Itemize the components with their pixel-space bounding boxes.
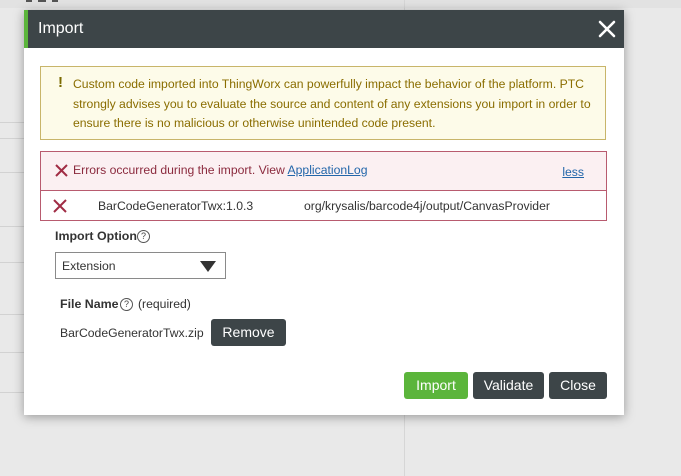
security-warning-banner: ! Custom code imported into ThingWorx ca…	[40, 66, 606, 140]
close-icon[interactable]	[597, 19, 617, 39]
import-option-select[interactable]: Extension	[55, 252, 226, 279]
error-message-text: Errors occurred during the import. View	[73, 163, 285, 177]
less-toggle-link[interactable]: less	[562, 165, 584, 179]
error-class-path: org/krysalis/barcode4j/output/CanvasProv…	[304, 199, 550, 213]
file-name-label: File Name	[60, 297, 119, 311]
error-header: Errors occurred during the import. View …	[41, 152, 606, 191]
error-row: BarCodeGeneratorTwx:1.0.3 org/krysalis/b…	[41, 191, 606, 221]
background-fragment	[38, 0, 46, 2]
import-option-value: Extension	[62, 259, 116, 273]
dialog-title: Import	[38, 20, 84, 37]
warning-text: Custom code imported into ThingWorx can …	[73, 77, 591, 130]
validate-button[interactable]: Validate	[473, 372, 544, 399]
dialog-titlebar: Import	[24, 10, 624, 48]
error-extension-name: BarCodeGeneratorTwx:1.0.3	[98, 199, 254, 213]
background-fragment	[52, 0, 58, 2]
selected-file-name: BarCodeGeneratorTwx.zip	[60, 326, 204, 340]
background-app-header	[0, 0, 681, 8]
chevron-down-icon	[200, 261, 216, 272]
error-message: Errors occurred during the import. View …	[73, 163, 367, 177]
application-log-link[interactable]: ApplicationLog	[288, 163, 368, 177]
warning-icon: !	[58, 74, 63, 91]
close-button[interactable]: Close	[549, 372, 607, 399]
import-button[interactable]: Import	[404, 372, 468, 399]
error-icon	[55, 164, 68, 177]
error-icon	[53, 199, 67, 213]
help-icon[interactable]: ?	[120, 298, 133, 311]
import-error-panel: Errors occurred during the import. View …	[40, 151, 607, 221]
remove-button[interactable]: Remove	[211, 319, 286, 346]
background-fragment	[26, 0, 32, 2]
required-note: (required)	[138, 297, 191, 311]
help-icon[interactable]: ?	[137, 230, 150, 243]
background-list-lines	[0, 0, 24, 476]
import-option-label: Import Option	[55, 229, 137, 243]
import-dialog: Import ! Custom code imported into Thing…	[24, 10, 624, 415]
